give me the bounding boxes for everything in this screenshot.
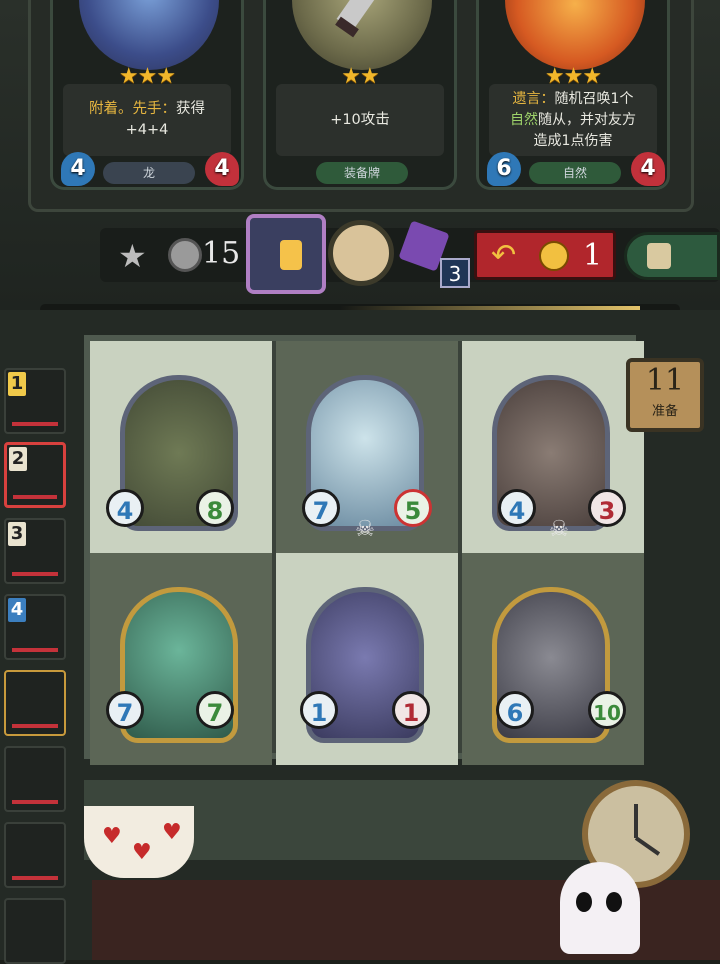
teacup-decoration: ♥ ♥ ♥ [84,806,194,878]
eye-icon [576,892,592,912]
board-cell[interactable]: 7 7 [90,553,272,765]
eye-icon [606,892,622,912]
card-tribe: 自然 [529,162,621,184]
window-icon [280,240,302,270]
clock-hand [634,804,638,838]
minion-attack: 7 [106,691,144,729]
player-slot-self[interactable]: 2 [4,442,66,508]
player-rank: 2 [9,447,27,471]
sword-art [292,0,432,70]
player-health-bar [13,495,57,499]
heart-icon: ♥ [162,820,182,845]
hero-power-button[interactable] [328,220,394,286]
player-slot[interactable] [4,822,66,888]
player-slot[interactable]: 3 [4,518,66,584]
minion-health: 10 [588,691,626,729]
timer-value: 11 [645,363,685,398]
card-health: 4 [205,152,239,186]
player-health-bar [12,876,58,880]
card-description: 遗言：随机召唤1个 自然随从，并对友方 造成1点伤害 [489,84,657,156]
heart-icon: ♥ [102,824,122,849]
player-health-bar [12,724,58,728]
fire-art [505,0,645,70]
player-rank: 1 [8,372,26,396]
skull-icon: ☠ [549,517,569,542]
minion-health: 1 [392,691,430,729]
player-slot[interactable] [4,746,66,812]
upgrade-cost: 15 [202,236,241,271]
card-health: 4 [631,152,665,186]
lock-icon [647,243,671,269]
board-cell[interactable]: 6 10 [462,553,644,765]
skull-icon: ☠ [355,517,375,542]
turn-timer: 11 准备 [626,358,704,432]
clock-hand [634,836,661,856]
player-health-bar [12,648,58,652]
card-tribe: 龙 [103,162,195,184]
heart-icon: ♥ [132,840,152,865]
card-description: +10攻击 [276,84,444,156]
player-health-bar [12,422,58,426]
refresh-icon: ↶ [491,238,517,273]
timer-label: 准备 [651,404,678,419]
shop-card-fire[interactable]: ★★★ 遗言：随机召唤1个 自然随从，并对友方 造成1点伤害 自然 6 4 [476,0,670,190]
hero-portrait[interactable] [246,214,326,294]
refresh-button[interactable]: ↶ 1 [474,230,616,280]
ghost-mascot[interactable] [560,862,640,954]
gold-coin-icon [539,241,569,271]
minion-health: 5 [394,489,432,527]
player-rank: 4 [8,598,26,622]
board-grid: 4 8 7 5 ☠ 4 3 ☠ 7 7 1 1 6 10 [84,335,644,765]
minion-attack: 6 [496,691,534,729]
dragon-art [79,0,219,70]
board-cell[interactable]: 4 8 [90,341,272,553]
board-cell[interactable]: 4 3 ☠ [462,341,644,553]
player-slot[interactable] [4,670,66,736]
refresh-cost: 1 [583,238,603,273]
board-cell[interactable]: 1 1 [276,553,458,765]
player-slot[interactable] [4,898,66,964]
minion-health: 3 [588,489,626,527]
shop-card-dragon[interactable]: ★★★ 附着。先手：获得 +4+4 龙 4 4 [50,0,244,190]
minion-attack: 4 [106,489,144,527]
player-slot[interactable]: 4 [4,594,66,660]
player-health-bar [12,800,58,804]
minion-health: 7 [196,691,234,729]
card-attack: 6 [487,152,521,186]
board-cell[interactable]: 7 5 ☠ [276,341,458,553]
minion-attack: 7 [302,489,340,527]
upgrade-star-icon[interactable]: ★ [118,238,158,274]
potion-count: 3 [440,258,470,288]
card-attack: 4 [61,152,95,186]
card-tribe: 装备牌 [316,162,408,184]
minion-health: 8 [196,489,234,527]
player-health-bar [12,572,58,576]
card-description: 附着。先手：获得 +4+4 [63,84,231,156]
freeze-button[interactable] [624,232,720,280]
shop-card-sword[interactable]: ★★ +10攻击 装备牌 [263,0,457,190]
coin-icon [168,238,202,272]
player-slot[interactable]: 1 [4,368,66,434]
minion-attack: 1 [300,691,338,729]
minion-attack: 4 [498,489,536,527]
player-rank: 3 [8,522,26,546]
